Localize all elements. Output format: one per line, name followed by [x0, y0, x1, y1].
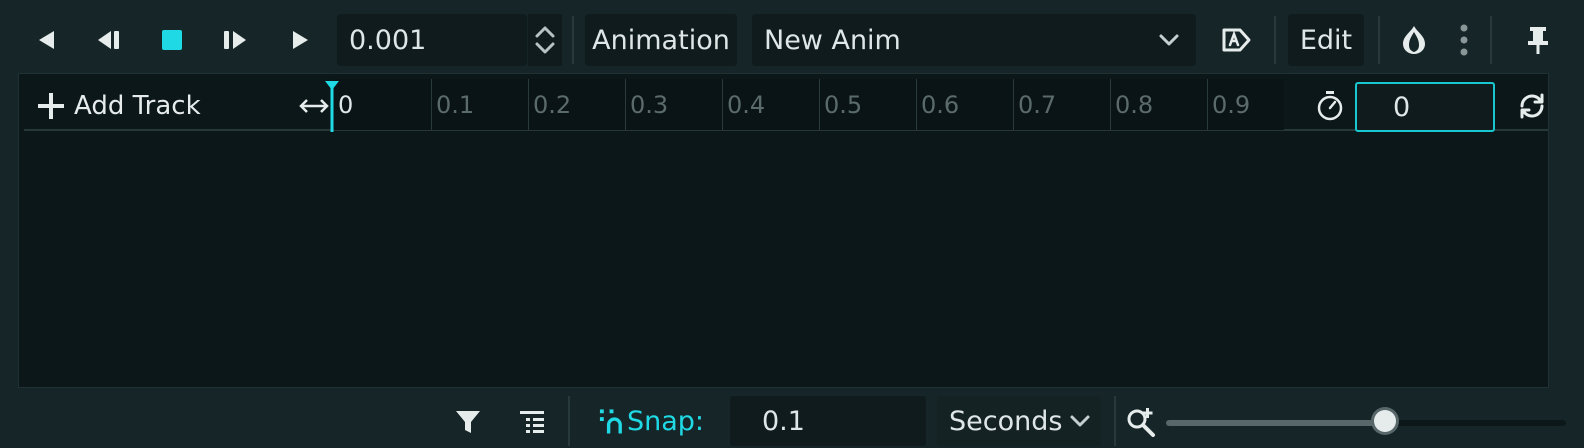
ruler-tick-label: 0.3	[630, 91, 669, 119]
play-from-start-icon	[224, 31, 246, 49]
snap-icon	[599, 409, 622, 434]
ruler-tick-label: 0	[338, 91, 354, 119]
ruler-tick: 0.6	[916, 79, 959, 130]
autoplay-button[interactable]	[1214, 20, 1258, 60]
time-ruler[interactable]: 0 0.1 0.2 0.3 0.4 0.5 0.6 0.7 0.8 0.9	[334, 79, 1284, 130]
more-options-icon	[1460, 24, 1468, 56]
animation-length-input[interactable]: 0	[1355, 82, 1495, 132]
animation-menu-label: Animation	[592, 24, 730, 56]
ruler-tick: 0.9	[1207, 79, 1250, 130]
pin-button[interactable]	[1518, 20, 1558, 60]
ruler-tick-label: 0.9	[1212, 91, 1251, 119]
onion-skin-options-button[interactable]	[1452, 20, 1476, 60]
animation-length-value: 0	[1393, 91, 1411, 123]
ruler-tick-label: 0.4	[727, 91, 766, 119]
play-backwards-from-end-icon	[98, 31, 119, 49]
filter-icon	[456, 411, 480, 433]
chevron-down-icon	[1070, 415, 1090, 427]
ruler-tick-label: 0.6	[921, 91, 960, 119]
onion-skin-button[interactable]	[1394, 20, 1434, 60]
stop-button[interactable]	[152, 20, 192, 60]
time-unit-select[interactable]: Seconds	[937, 396, 1101, 446]
ruler-tick-label: 0.1	[436, 91, 475, 119]
animation-menu-button[interactable]: Animation	[585, 14, 737, 66]
ruler-tick-label: 0.7	[1018, 91, 1057, 119]
add-track-label: Add Track	[74, 91, 201, 121]
snap-toggle-button[interactable]: Snap:	[598, 400, 704, 442]
spinner-arrows-icon	[535, 26, 555, 54]
edit-menu-button[interactable]: Edit	[1288, 14, 1364, 66]
ruler-tick: 0.3	[625, 79, 668, 130]
time-unit-value: Seconds	[949, 405, 1063, 437]
loop-toggle-button[interactable]	[1512, 86, 1552, 126]
edit-menu-label: Edit	[1299, 24, 1353, 56]
snap-label: Snap:	[626, 405, 704, 437]
stop-icon	[162, 30, 182, 50]
ruler-tick: 0.2	[528, 79, 571, 130]
group-tracks-button[interactable]	[514, 402, 550, 442]
ruler-tick-label: 0.2	[533, 91, 572, 119]
ruler-tick: 0.1	[431, 79, 474, 130]
add-track-button[interactable]: Add Track	[36, 84, 216, 128]
play-backwards-from-end-button[interactable]	[88, 20, 130, 60]
pin-icon	[1528, 27, 1548, 54]
play-backwards-button[interactable]	[26, 20, 66, 60]
ruler-tick: 0.5	[819, 79, 862, 130]
chevron-down-icon	[1159, 34, 1179, 46]
zoom-slider-grabber[interactable]	[1373, 410, 1396, 432]
zoom-slider[interactable]	[1166, 410, 1566, 432]
animation-length-timer	[1312, 88, 1348, 124]
loop-icon	[1520, 93, 1544, 119]
playhead-marker-icon	[325, 81, 339, 132]
play-button[interactable]	[280, 20, 320, 60]
play-icon	[293, 31, 308, 49]
animation-select[interactable]: New Anim	[752, 14, 1196, 66]
filter-button[interactable]	[450, 402, 486, 442]
play-from-start-button[interactable]	[214, 20, 256, 60]
zoom-icon	[1127, 408, 1155, 437]
zoom-slider-fill	[1166, 420, 1385, 426]
zoom-icon-wrapper	[1124, 404, 1158, 440]
onion-skin-icon	[1403, 26, 1425, 54]
ruler-tick: 0.8	[1110, 79, 1153, 130]
speed-scale-input[interactable]: 0.001	[337, 14, 527, 66]
animation-select-value: New Anim	[764, 24, 901, 56]
speed-scale-value: 0.001	[349, 24, 427, 56]
ruler-tick: 0.7	[1013, 79, 1056, 130]
autoplay-icon	[1222, 28, 1251, 52]
plus-icon	[38, 93, 64, 119]
snap-step-input[interactable]: 0.1	[730, 396, 926, 446]
playhead[interactable]	[324, 80, 340, 132]
ruler-tick: 0.4	[722, 79, 765, 130]
play-backwards-icon	[39, 31, 54, 49]
speed-spinner[interactable]	[528, 14, 562, 66]
ruler-tick-label: 0.8	[1115, 91, 1154, 119]
snap-step-value: 0.1	[762, 405, 805, 437]
ruler-tick-label: 0.5	[824, 91, 863, 119]
list-icon	[520, 411, 544, 433]
timer-icon	[1317, 91, 1343, 121]
